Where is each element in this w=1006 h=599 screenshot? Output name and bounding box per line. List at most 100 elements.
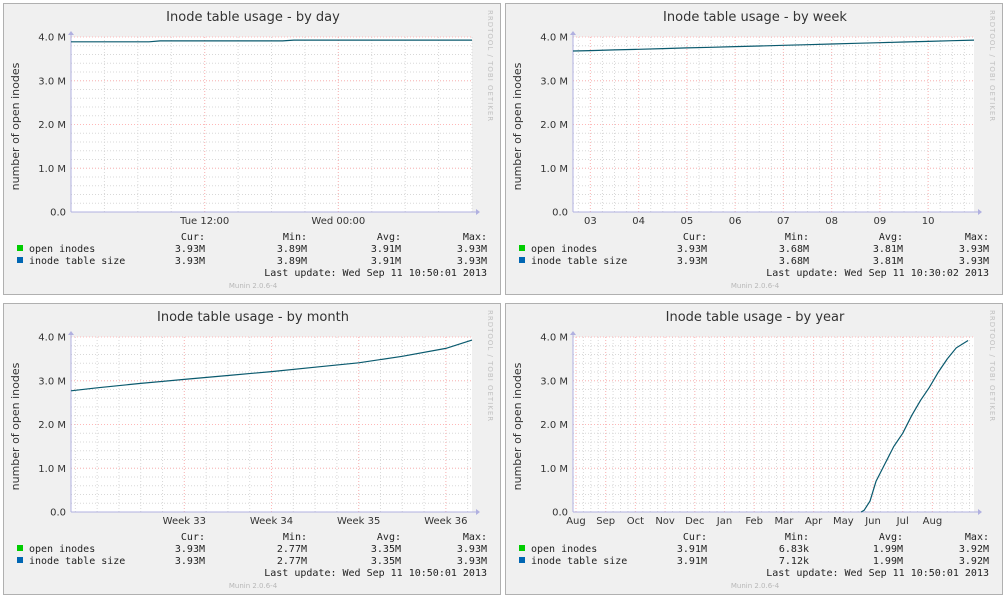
chart-title: Inode table usage - by week [663, 10, 847, 25]
chart-svg-month: 0.0 1.0 M 2.0 M 3.0 M 4.0 M Week 33 Week 34 Wee… [9, 310, 494, 590]
footer-version: Munin 2.0.6-4 [731, 582, 780, 590]
x-tick-label: Apr [805, 516, 823, 527]
x-axis-arrow [978, 509, 982, 515]
y-tick-label: 0.0 [552, 208, 568, 219]
stat-header: Min: [785, 232, 809, 243]
stat-value: 2.77M [277, 556, 307, 567]
x-tick-label: 04 [632, 216, 645, 227]
x-tick-label: Sep [596, 516, 615, 527]
legend-swatch [519, 557, 525, 563]
x-tick-label: Wed 00:00 [311, 216, 365, 227]
y-tick-label: 2.0 M [38, 120, 66, 131]
x-axis-arrow [476, 509, 480, 515]
stat-value: 3.92M [959, 544, 989, 555]
footer-version: Munin 2.0.6-4 [229, 282, 278, 290]
x-tick-label: 08 [825, 216, 838, 227]
y-axis-arrow [570, 331, 576, 335]
stat-value: 3.93M [175, 544, 205, 555]
stat-header: Avg: [879, 532, 903, 543]
stat-value: 3.93M [959, 256, 989, 267]
stat-header: Cur: [683, 532, 707, 543]
chart-panel-month: 0.0 1.0 M 2.0 M 3.0 M 4.0 M Week 33 Week 34 Wee… [3, 303, 501, 595]
chart-svg-week: 0.0 1.0 M 2.0 M 3.0 M 4.0 M 03 04 05 06 07 08 09 10 I… [511, 10, 996, 290]
legend-swatch [17, 557, 23, 563]
watermark: RRDTOOL / TOBI OETIKER [988, 10, 996, 122]
legend-swatch [519, 245, 525, 251]
stat-value: 3.92M [959, 556, 989, 567]
legend-label: open inodes [29, 244, 95, 255]
stat-value: 3.89M [277, 244, 307, 255]
stat-header: Max: [463, 532, 487, 543]
x-tick-label: 07 [777, 216, 790, 227]
y-tick-label: 0.0 [50, 208, 66, 219]
y-tick-label: 4.0 M [38, 33, 66, 44]
stat-value: 3.93M [457, 544, 487, 555]
x-tick-label: Week 33 [163, 516, 206, 527]
y-tick-label: 0.0 [50, 508, 66, 519]
y-axis-label: number of open inodes [511, 62, 524, 190]
y-axis-arrow [68, 31, 74, 35]
y-tick-label: 3.0 M [540, 76, 568, 87]
watermark: RRDTOOL / TOBI OETIKER [486, 310, 494, 422]
stat-header: Avg: [377, 232, 401, 243]
stat-value: 3.93M [457, 556, 487, 567]
stat-header: Cur: [181, 232, 205, 243]
stat-header: Cur: [181, 532, 205, 543]
legend-label: inode table size [531, 256, 627, 267]
stat-header: Min: [785, 532, 809, 543]
y-tick-label: 2.0 M [540, 420, 568, 431]
y-tick-label: 1.0 M [38, 164, 66, 175]
x-axis-arrow [978, 209, 982, 215]
x-axis-arrow [476, 209, 480, 215]
x-tick-label: 03 [584, 216, 597, 227]
stat-value: 3.91M [677, 544, 707, 555]
x-tick-label: Nov [655, 516, 675, 527]
x-tick-label: Oct [627, 516, 644, 527]
y-axis-arrow [570, 31, 576, 35]
stat-value: 3.68M [779, 244, 809, 255]
x-tick-label: Week 36 [424, 516, 467, 527]
legend-label: inode table size [531, 556, 627, 567]
stat-value: 3.93M [677, 256, 707, 267]
y-tick-label: 3.0 M [38, 376, 66, 387]
stat-header: Max: [463, 232, 487, 243]
chart-title: Inode table usage - by day [166, 10, 340, 25]
stat-value: 1.99M [873, 544, 903, 555]
stat-value: 3.93M [175, 556, 205, 567]
x-tick-label: 05 [681, 216, 694, 227]
y-tick-label: 4.0 M [540, 33, 568, 44]
legend-label: inode table size [29, 256, 125, 267]
watermark: RRDTOOL / TOBI OETIKER [988, 310, 996, 422]
x-tick-label: Dec [685, 516, 704, 527]
legend-swatch [519, 257, 525, 263]
y-tick-label: 4.0 M [38, 333, 66, 344]
chart-panel-year: 0.0 1.0 M 2.0 M 3.0 M 4.0 M Aug Sep Oct Nov Dec Ja… [505, 303, 1003, 595]
stat-value: 3.35M [371, 556, 401, 567]
stat-value: 3.93M [175, 244, 205, 255]
x-tick-label: 09 [874, 216, 887, 227]
stat-header: Max: [965, 232, 989, 243]
stat-header: Avg: [377, 532, 401, 543]
y-axis-label: number of open inodes [9, 362, 22, 490]
y-axis-label: number of open inodes [9, 62, 22, 190]
x-tick-label: Jun [864, 516, 881, 527]
stat-value: 1.99M [873, 556, 903, 567]
last-update: Last update: Wed Sep 11 10:50:01 2013 [766, 568, 989, 579]
y-tick-label: 2.0 M [540, 120, 568, 131]
watermark: RRDTOOL / TOBI OETIKER [486, 10, 494, 122]
y-tick-label: 4.0 M [540, 333, 568, 344]
stat-value: 2.77M [277, 544, 307, 555]
stat-header: Avg: [879, 232, 903, 243]
stat-value: 3.89M [277, 256, 307, 267]
legend-label: open inodes [29, 544, 95, 555]
chart-panel-day: 0.0 1.0 M 2.0 M 3.0 M 4.0 M Tue 12:00 Wed 00:0… [3, 3, 501, 295]
stat-value: 3.81M [873, 244, 903, 255]
y-tick-label: 3.0 M [38, 76, 66, 87]
legend-swatch [17, 245, 23, 251]
y-tick-label: 3.0 M [540, 376, 568, 387]
stat-header: Min: [283, 232, 307, 243]
chart-svg-year: 0.01.0 M2.0 M3.0 M4.0 MAug Sep Oct Nov Dec Ja… [511, 310, 996, 590]
stat-value: 3.91M [677, 556, 707, 567]
x-tick-label: Jul [896, 516, 909, 527]
x-tick-label: Mar [774, 516, 794, 527]
